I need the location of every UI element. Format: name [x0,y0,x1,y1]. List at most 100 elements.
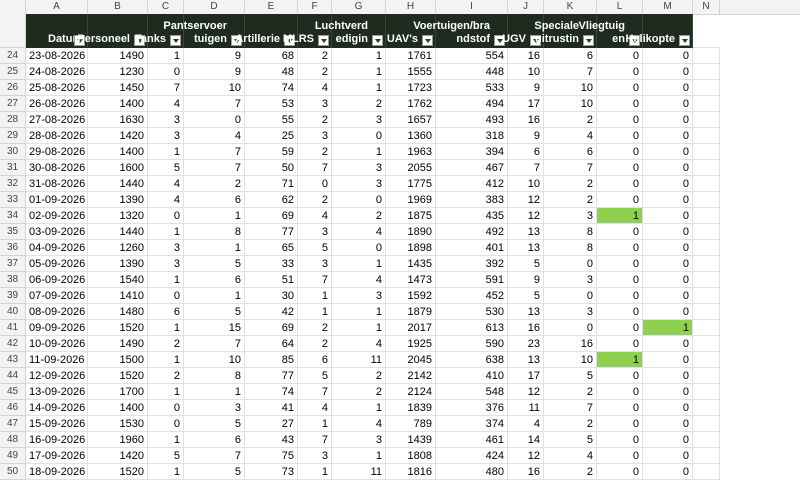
table-cell[interactable]: 1969 [386,192,436,208]
table-cell[interactable]: 0 [643,432,693,448]
table-cell[interactable]: 1 [332,80,386,96]
column-letter-a[interactable]: A [26,0,88,14]
table-cell[interactable]: 1230 [88,64,148,80]
table-cell[interactable]: 1762 [386,96,436,112]
table-cell[interactable]: 0 [597,128,643,144]
table-cell[interactable]: 4 [148,176,184,192]
row-number[interactable]: 32 [0,176,26,192]
table-cell[interactable]: 0 [298,176,332,192]
table-cell[interactable]: 5 [148,160,184,176]
table-cell[interactable]: 554 [436,48,508,64]
table-cell[interactable]: 0 [597,80,643,96]
table-cell[interactable]: 789 [386,416,436,432]
table-cell[interactable]: 6 [544,144,597,160]
row-number[interactable]: 42 [0,336,26,352]
table-cell[interactable]: 3 [298,96,332,112]
empty-cell[interactable] [693,336,720,352]
header-cell[interactable]: Voertuigen/bra ndstof [413,14,508,48]
table-cell[interactable]: 0 [643,96,693,112]
table-cell[interactable]: 0 [148,208,184,224]
table-cell[interactable]: 2 [298,64,332,80]
table-cell[interactable]: 2 [332,208,386,224]
table-cell[interactable]: 0 [597,336,643,352]
table-cell[interactable]: 401 [436,240,508,256]
table-cell[interactable]: 0 [643,304,693,320]
table-cell[interactable]: 1435 [386,256,436,272]
header-cell[interactable]: Helikopte [625,14,693,48]
table-cell[interactable]: 435 [436,208,508,224]
header-cell[interactable]: Luchtverd edigin [315,14,386,48]
row-number[interactable]: 40 [0,304,26,320]
table-cell[interactable]: 0 [643,144,693,160]
table-cell[interactable]: 3 [298,448,332,464]
row-number[interactable]: 29 [0,128,26,144]
table-cell[interactable]: 1320 [88,208,148,224]
table-cell[interactable]: 1 [148,384,184,400]
table-cell[interactable]: 0 [597,384,643,400]
table-cell[interactable]: 494 [436,96,508,112]
row-number[interactable]: 30 [0,144,26,160]
table-cell[interactable]: 0 [597,112,643,128]
filter-dropdown-icon[interactable] [679,35,690,46]
table-cell[interactable]: 7 [184,96,245,112]
table-cell[interactable]: 1775 [386,176,436,192]
table-cell[interactable]: 73 [245,464,298,480]
table-cell[interactable]: 23 [508,336,544,352]
table-cell[interactable]: 0 [597,304,643,320]
table-cell[interactable]: 77 [245,224,298,240]
column-letter-d[interactable]: D [184,0,245,14]
table-cell[interactable]: 0 [597,464,643,480]
table-cell[interactable]: 13 [508,240,544,256]
table-cell[interactable]: 2 [148,368,184,384]
row-number[interactable]: 34 [0,208,26,224]
table-cell[interactable]: 492 [436,224,508,240]
table-cell[interactable]: 10 [184,80,245,96]
empty-cell[interactable] [693,352,720,368]
table-cell[interactable]: 1 [148,224,184,240]
table-cell[interactable]: 1890 [386,224,436,240]
table-cell[interactable]: 548 [436,384,508,400]
table-cell[interactable]: 1723 [386,80,436,96]
empty-cell[interactable] [693,208,720,224]
table-cell[interactable]: 318 [436,128,508,144]
table-cell[interactable]: 8 [184,224,245,240]
empty-cell[interactable] [693,224,720,240]
table-cell[interactable]: 1410 [88,288,148,304]
table-cell[interactable]: 1555 [386,64,436,80]
table-cell[interactable]: 2 [332,96,386,112]
table-cell[interactable]: 0 [643,112,693,128]
table-cell[interactable]: 2 [298,48,332,64]
table-cell[interactable]: 9 [508,80,544,96]
table-cell[interactable]: 09-09-2026 [26,320,88,336]
table-cell[interactable]: 48 [245,64,298,80]
table-cell[interactable]: 1360 [386,128,436,144]
table-cell[interactable]: 1480 [88,304,148,320]
table-cell[interactable]: 2 [298,112,332,128]
table-cell[interactable]: 0 [148,288,184,304]
table-cell[interactable]: 1 [643,320,693,336]
table-cell[interactable]: 16 [508,464,544,480]
table-cell[interactable]: 0 [643,176,693,192]
table-cell[interactable]: 1440 [88,176,148,192]
table-cell[interactable]: 0 [643,336,693,352]
table-cell[interactable]: 1 [148,320,184,336]
empty-cell[interactable] [693,144,720,160]
table-cell[interactable]: 1500 [88,352,148,368]
table-cell[interactable]: 1 [298,416,332,432]
table-cell[interactable]: 1898 [386,240,436,256]
row-number[interactable]: 25 [0,64,26,80]
table-cell[interactable]: 1 [597,208,643,224]
table-cell[interactable]: 0 [148,64,184,80]
column-letter-j[interactable]: J [508,0,544,14]
table-cell[interactable]: 12 [508,384,544,400]
empty-cell[interactable] [693,400,720,416]
table-cell[interactable]: 2 [544,464,597,480]
table-cell[interactable]: 2 [298,192,332,208]
table-cell[interactable]: 3 [332,176,386,192]
table-cell[interactable]: 7 [184,336,245,352]
empty-cell[interactable] [693,112,720,128]
table-cell[interactable]: 1260 [88,240,148,256]
column-letter-g[interactable]: G [332,0,386,14]
table-cell[interactable]: 0 [544,320,597,336]
table-cell[interactable]: 0 [643,48,693,64]
